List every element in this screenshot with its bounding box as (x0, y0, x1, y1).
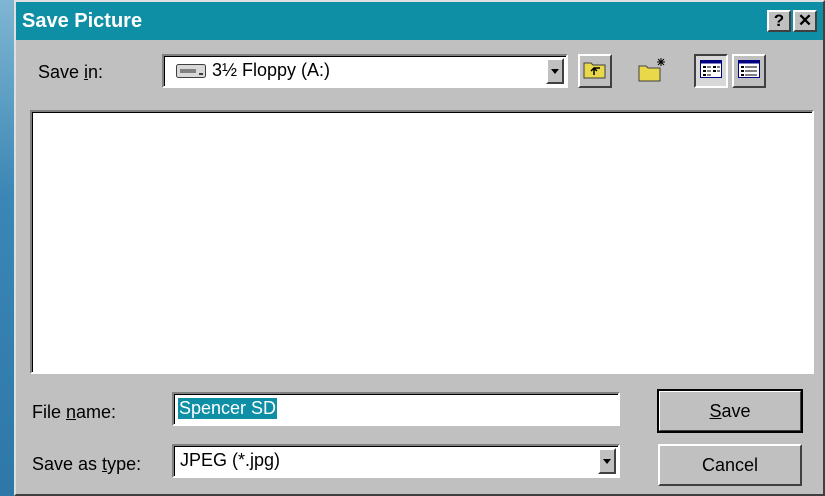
title-bar[interactable]: Save Picture ? ✕ (16, 2, 823, 40)
create-new-folder-icon (638, 56, 668, 87)
help-button[interactable]: ? (767, 10, 791, 32)
save-as-type-label: Save as type: (32, 454, 142, 474)
details-view-icon (738, 59, 760, 83)
save-as-type-select[interactable]: JPEG (*.jpg) (172, 444, 620, 478)
save-in-value: 3½ Floppy (A:) (212, 60, 331, 80)
chevron-down-icon (603, 458, 611, 464)
file-list-view[interactable] (30, 110, 814, 374)
save-in-label: Save in: (38, 62, 104, 82)
save-picture-dialog: Save Picture ? ✕ Save in: 3½ Floppy (A:) (14, 0, 825, 496)
dialog-title: Save Picture (22, 9, 143, 32)
desktop-background (0, 0, 14, 496)
save-in-dropdown-button[interactable] (546, 58, 564, 84)
create-new-folder-button[interactable] (636, 54, 670, 88)
save-button-label: Save (709, 400, 751, 421)
file-name-label: File name: (32, 402, 117, 422)
save-as-type-value: JPEG (*.jpg) (180, 450, 281, 470)
save-in-combobox[interactable]: 3½ Floppy (A:) (162, 54, 568, 88)
file-name-input[interactable]: Spencer SD (172, 392, 620, 426)
close-button[interactable]: ✕ (793, 10, 817, 32)
list-view-icon (700, 59, 722, 83)
file-name-value: Spencer SD (178, 398, 278, 419)
up-one-level-button[interactable] (578, 54, 612, 88)
save-button[interactable]: Save (657, 389, 803, 433)
floppy-drive-icon (176, 64, 206, 83)
list-view-button[interactable] (694, 54, 728, 88)
save-as-type-dropdown-button[interactable] (598, 448, 616, 474)
chevron-down-icon (551, 68, 559, 74)
cancel-button[interactable]: Cancel (658, 444, 802, 486)
details-view-button[interactable] (732, 54, 766, 88)
up-one-level-icon (583, 59, 607, 84)
